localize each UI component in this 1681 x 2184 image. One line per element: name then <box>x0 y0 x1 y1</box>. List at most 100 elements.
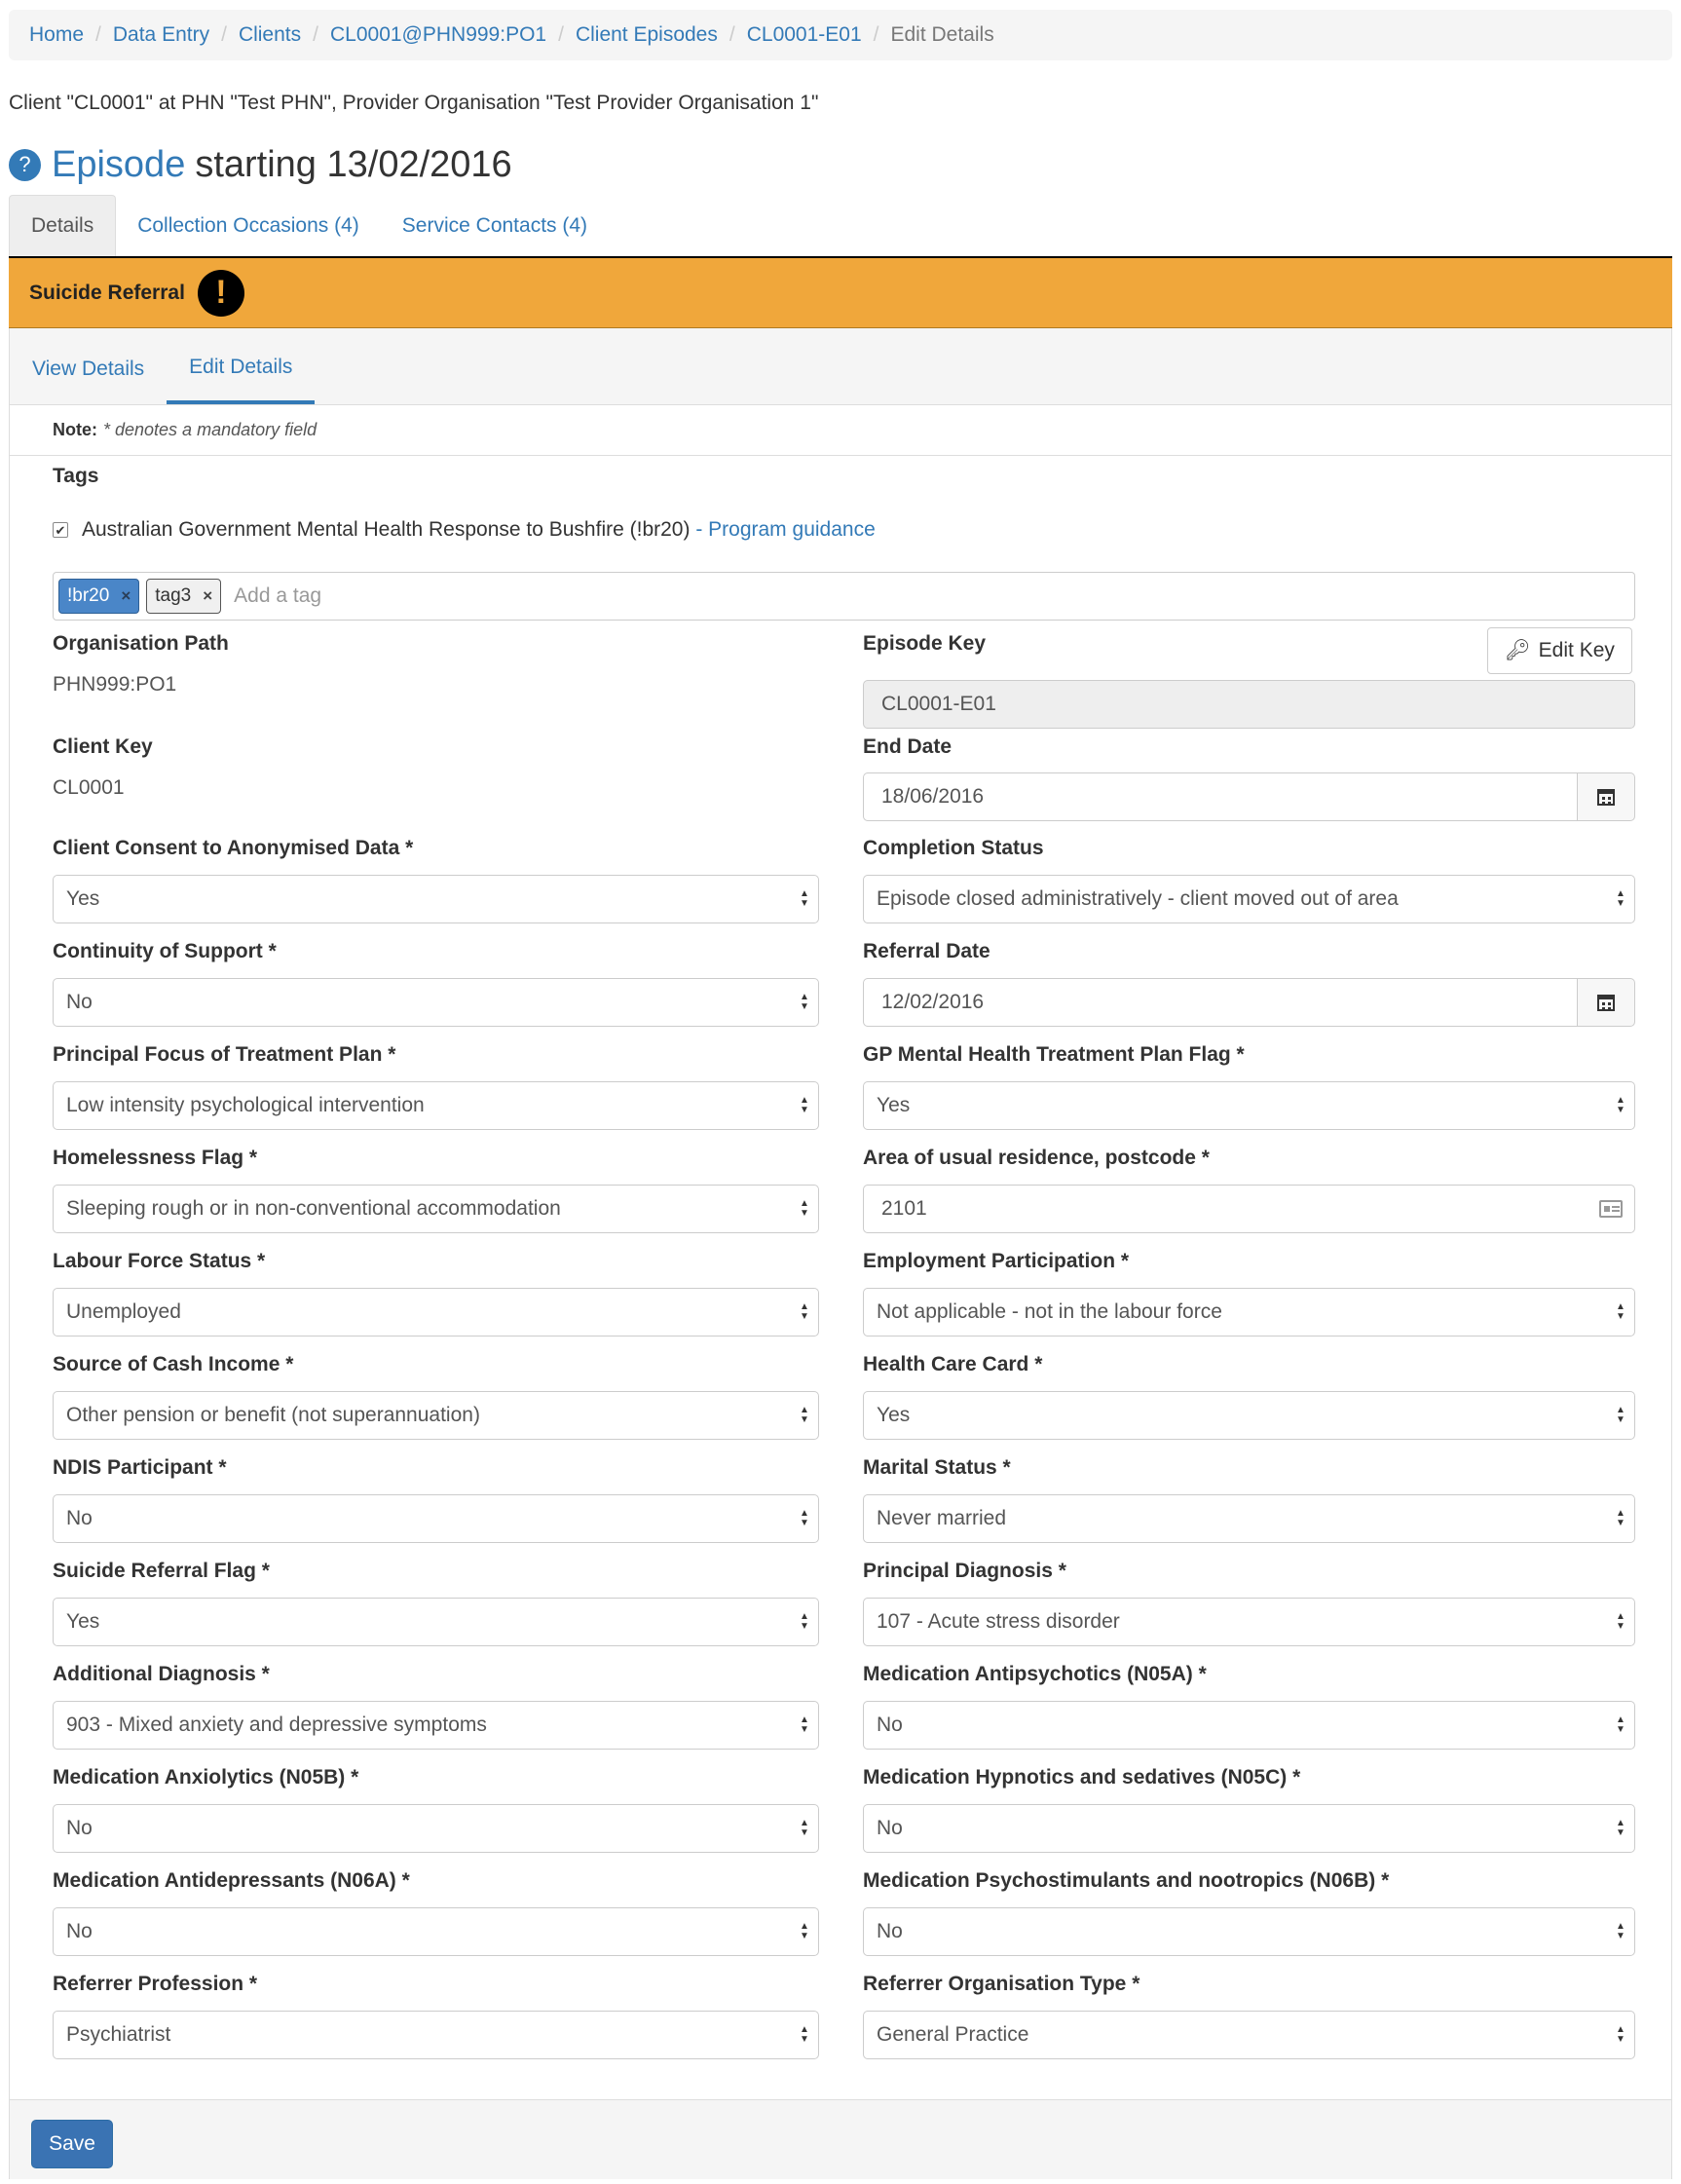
select-value: Unemployed <box>66 1300 181 1323</box>
edit-key-label: Edit Key <box>1538 639 1615 661</box>
source-of-cash-income-select[interactable]: Other pension or benefit (not superannua… <box>53 1391 819 1440</box>
select-value: General Practice <box>877 2023 1029 2046</box>
gp-flag-select[interactable]: Yes ▲ ▼ <box>863 1081 1635 1130</box>
select-arrows-icon: ▲ ▼ <box>800 888 809 909</box>
client-consent-select[interactable]: Yes ▲ ▼ <box>53 875 819 923</box>
client-key-label: Client Key <box>53 735 153 758</box>
select-value: 903 - Mixed anxiety and depressive sympt… <box>66 1713 487 1736</box>
tab-view-details[interactable]: View Details <box>10 334 167 404</box>
end-date-calendar-button[interactable] <box>1578 772 1635 821</box>
labour-force-status-label: Labour Force Status * <box>53 1250 266 1272</box>
principal-focus-label: Principal Focus of Treatment Plan * <box>53 1043 396 1066</box>
breadcrumb-episode[interactable]: CL0001-E01 <box>747 23 862 47</box>
select-value: Never married <box>877 1507 1007 1529</box>
tags-input[interactable]: !br20 × tag3 × Add a tag <box>53 572 1635 621</box>
add-tag-placeholder[interactable]: Add a tag <box>234 584 321 608</box>
help-icon[interactable]: ? <box>9 148 41 181</box>
select-arrows-icon: ▲ ▼ <box>800 1405 809 1425</box>
main-tabs: Details Collection Occasions (4) Service… <box>9 195 1672 258</box>
select-arrows-icon: ▲ ▼ <box>1616 2024 1625 2045</box>
select-value: No <box>66 991 93 1013</box>
referral-date-calendar-button[interactable] <box>1578 978 1635 1027</box>
select-value: Not applicable - not in the labour force <box>877 1300 1222 1323</box>
medication-hypnotics-select[interactable]: No ▲ ▼ <box>863 1804 1635 1853</box>
select-value: Yes <box>66 1610 100 1633</box>
episode-key-field: CL0001-E01 <box>863 680 1635 729</box>
principal-diagnosis-select[interactable]: 107 - Acute stress disorder ▲ ▼ <box>863 1598 1635 1646</box>
bushfire-tag-label: Australian Government Mental Health Resp… <box>82 518 691 541</box>
suicide-referral-flag-select[interactable]: Yes ▲ ▼ <box>53 1598 819 1646</box>
breadcrumb-client[interactable]: CL0001@PHN999:PO1 <box>330 23 546 47</box>
select-value: Psychiatrist <box>66 2023 171 2046</box>
note-text: * denotes a mandatory field <box>103 420 318 439</box>
breadcrumb-clients[interactable]: Clients <box>239 23 301 47</box>
select-arrows-icon: ▲ ▼ <box>1616 1818 1625 1838</box>
breadcrumb-client-episodes[interactable]: Client Episodes <box>576 23 718 47</box>
principal-diagnosis-label: Principal Diagnosis * <box>863 1560 1066 1582</box>
tab-details[interactable]: Details <box>9 195 117 256</box>
client-consent-label: Client Consent to Anonymised Data * <box>53 837 414 859</box>
postcode-value: 2101 <box>881 1197 927 1220</box>
remove-tag-icon[interactable]: × <box>203 586 212 606</box>
save-button[interactable]: Save <box>31 2120 113 2168</box>
bushfire-tag-checkbox[interactable]: ✔ <box>53 522 68 538</box>
employment-participation-select[interactable]: Not applicable - not in the labour force… <box>863 1288 1635 1337</box>
completion-status-select[interactable]: Episode closed administratively - client… <box>863 875 1635 923</box>
calendar-icon <box>1597 994 1615 1011</box>
tag-chip-label: !br20 <box>67 585 110 606</box>
breadcrumb-home[interactable]: Home <box>29 23 84 47</box>
medication-psychostimulants-label: Medication Psychostimulants and nootropi… <box>863 1869 1390 1892</box>
select-arrows-icon: ▲ ▼ <box>1616 888 1625 909</box>
homelessness-flag-select[interactable]: Sleeping rough or in non-conventional ac… <box>53 1185 819 1233</box>
principal-focus-select[interactable]: Low intensity psychological intervention… <box>53 1081 819 1130</box>
episode-key-label: Episode Key <box>863 632 987 655</box>
breadcrumb-separator: / <box>95 23 101 46</box>
referrer-profession-select[interactable]: Psychiatrist ▲ ▼ <box>53 2011 819 2059</box>
select-arrows-icon: ▲ ▼ <box>1616 1714 1625 1735</box>
tab-service-contacts[interactable]: Service Contacts (4) <box>381 195 609 256</box>
select-value: Other pension or benefit (not superannua… <box>66 1404 480 1426</box>
select-arrows-icon: ▲ ▼ <box>800 2024 809 2045</box>
select-value: No <box>877 1713 903 1736</box>
client-context: Client "CL0001" at PHN "Test PHN", Provi… <box>9 92 819 114</box>
tab-collection-occasions[interactable]: Collection Occasions (4) <box>116 195 381 256</box>
health-care-card-select[interactable]: Yes ▲ ▼ <box>863 1391 1635 1440</box>
page-title: ? Episode starting 13/02/2016 <box>9 140 512 189</box>
link-separator: - <box>690 518 709 541</box>
suicide-referral-flag-label: Suicide Referral Flag * <box>53 1560 270 1582</box>
medication-psychostimulants-select[interactable]: No ▲ ▼ <box>863 1907 1635 1956</box>
select-value: No <box>66 1817 93 1839</box>
end-date-label: End Date <box>863 735 953 758</box>
ndis-participant-select[interactable]: No ▲ ▼ <box>53 1494 819 1543</box>
medication-anxiolytics-select[interactable]: No ▲ ▼ <box>53 1804 819 1853</box>
health-care-card-label: Health Care Card * <box>863 1353 1043 1375</box>
select-arrows-icon: ▲ ▼ <box>800 992 809 1012</box>
referral-date-input[interactable]: 12/02/2016 <box>863 978 1578 1027</box>
referrer-organisation-type-label: Referrer Organisation Type * <box>863 1973 1140 1995</box>
alert-label: Suicide Referral <box>29 281 185 304</box>
continuity-of-support-select[interactable]: No ▲ ▼ <box>53 978 819 1027</box>
referral-date-label: Referral Date <box>863 940 990 962</box>
postcode-input[interactable]: 2101 <box>863 1185 1635 1233</box>
tag-chip-label: tag3 <box>155 585 192 606</box>
additional-diagnosis-select[interactable]: 903 - Mixed anxiety and depressive sympt… <box>53 1701 819 1750</box>
remove-tag-icon[interactable]: × <box>121 586 131 606</box>
select-arrows-icon: ▲ ▼ <box>800 1611 809 1632</box>
labour-force-status-select[interactable]: Unemployed ▲ ▼ <box>53 1288 819 1337</box>
breadcrumb-data-entry[interactable]: Data Entry <box>113 23 209 47</box>
breadcrumb-separator: / <box>728 23 735 46</box>
tab-edit-details[interactable]: Edit Details <box>167 334 316 404</box>
edit-key-button[interactable]: 🔑︎ Edit Key <box>1487 627 1632 674</box>
continuity-of-support-label: Continuity of Support * <box>53 940 277 962</box>
marital-status-select[interactable]: Never married ▲ ▼ <box>863 1494 1635 1543</box>
end-date-input[interactable]: 18/06/2016 <box>863 772 1578 821</box>
medication-antidepressants-select[interactable]: No ▲ ▼ <box>53 1907 819 1956</box>
tags-label: Tags <box>53 465 99 487</box>
edit-panel: View Details Edit Details Note: * denote… <box>9 328 1672 2179</box>
key-icon: 🔑︎ <box>1505 639 1531 661</box>
medication-antipsychotics-select[interactable]: No ▲ ▼ <box>863 1701 1635 1750</box>
tag-chip-tag3: tag3 × <box>146 579 222 614</box>
select-value: No <box>66 1920 93 1942</box>
program-guidance-link[interactable]: Program guidance <box>708 518 876 542</box>
referrer-organisation-type-select[interactable]: General Practice ▲ ▼ <box>863 2011 1635 2059</box>
